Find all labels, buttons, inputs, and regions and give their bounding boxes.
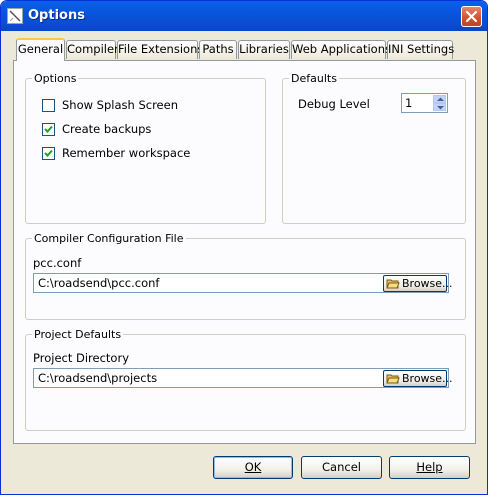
tab-web-applications[interactable]: Web Applications bbox=[291, 40, 391, 59]
cancel-button-label: Cancel bbox=[322, 460, 361, 474]
compiler-config-browse-button[interactable]: Browse... bbox=[383, 275, 453, 292]
cancel-button[interactable]: Cancel bbox=[301, 456, 382, 479]
project-directory-label: Project Directory bbox=[33, 351, 130, 365]
options-group-label: Options bbox=[32, 72, 79, 85]
compiler-config-path-value[interactable]: C:\roadsend\pcc.conf bbox=[38, 276, 159, 290]
tab-general[interactable]: General bbox=[16, 38, 65, 61]
compiler-config-path-field[interactable]: C:\roadsend\pcc.conf Browse... bbox=[33, 273, 453, 293]
project-defaults-group-label: Project Defaults bbox=[32, 328, 124, 341]
project-directory-field[interactable]: C:\roadsend\projects Browse... bbox=[33, 368, 453, 388]
tab-label: Web Applications bbox=[292, 42, 391, 56]
project-defaults-group: Project Defaults Project Directory C:\ro… bbox=[25, 328, 466, 431]
title-bar[interactable]: Options bbox=[1, 1, 487, 31]
compiler-config-field-label: pcc.conf bbox=[33, 256, 82, 270]
tab-file-extensions[interactable]: File Extensions bbox=[117, 40, 203, 59]
tab-label: Libraries bbox=[239, 42, 289, 56]
tab-libraries[interactable]: Libraries bbox=[238, 40, 290, 59]
tab-ini-settings[interactable]: INI Settings bbox=[387, 40, 455, 59]
defaults-group-label: Defaults bbox=[289, 72, 339, 85]
tab-paths[interactable]: Paths bbox=[199, 40, 237, 59]
compiler-config-group-label: Compiler Configuration File bbox=[32, 232, 186, 245]
checkbox-box[interactable] bbox=[42, 123, 55, 136]
app-icon bbox=[7, 8, 23, 24]
checkbox-box[interactable] bbox=[42, 147, 55, 160]
general-tab-panel: Options Show Splash Screen Create backup… bbox=[13, 60, 476, 444]
debug-level-spinner[interactable]: 1 bbox=[401, 93, 448, 113]
close-icon bbox=[465, 10, 478, 23]
checkbox-box[interactable] bbox=[42, 99, 55, 112]
checkmark-icon bbox=[44, 125, 53, 133]
tab-label: General bbox=[17, 42, 64, 56]
tab-label: Compiler bbox=[67, 42, 119, 56]
tab-label: Paths bbox=[202, 42, 234, 56]
open-folder-icon bbox=[386, 374, 400, 384]
help-button[interactable]: Help bbox=[389, 456, 470, 479]
checkbox-label: Remember workspace bbox=[62, 146, 191, 160]
checkbox-label: Show Splash Screen bbox=[62, 98, 178, 112]
project-directory-browse-button[interactable]: Browse... bbox=[383, 370, 453, 387]
tab-label: INI Settings bbox=[388, 42, 455, 56]
project-directory-value[interactable]: C:\roadsend\projects bbox=[38, 371, 157, 385]
options-dialog: Options General Compiler File Extensions… bbox=[0, 0, 488, 495]
browse-label: Browse... bbox=[402, 372, 453, 385]
window-title: Options bbox=[28, 8, 85, 23]
debug-level-value[interactable]: 1 bbox=[405, 96, 412, 110]
checkmark-icon bbox=[44, 149, 53, 157]
options-group: Options Show Splash Screen Create backup… bbox=[25, 72, 266, 224]
open-folder-icon bbox=[386, 279, 400, 289]
arrow-down-icon bbox=[437, 106, 444, 110]
tab-compiler[interactable]: Compiler bbox=[66, 40, 119, 59]
arrow-up-icon bbox=[437, 97, 444, 101]
spin-up-button[interactable] bbox=[433, 95, 446, 103]
checkbox-label: Create backups bbox=[62, 122, 152, 136]
tab-label: File Extensions bbox=[118, 42, 204, 56]
ok-button-label: OK bbox=[244, 460, 262, 474]
help-button-label: Help bbox=[416, 460, 443, 474]
close-button[interactable] bbox=[461, 6, 482, 27]
defaults-group: Defaults Debug Level 1 bbox=[282, 72, 466, 224]
debug-level-label: Debug Level bbox=[298, 97, 370, 111]
spin-down-button[interactable] bbox=[433, 103, 446, 111]
browse-label: Browse... bbox=[402, 277, 453, 290]
ok-button[interactable]: OK bbox=[213, 456, 293, 479]
compiler-config-group: Compiler Configuration File pcc.conf C:\… bbox=[25, 232, 466, 320]
